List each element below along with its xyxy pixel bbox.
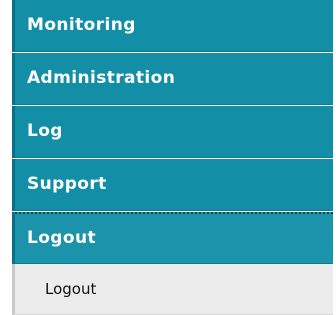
nav-item-support[interactable]: Support [12,159,333,211]
nav-item-logout[interactable]: Logout [12,212,333,264]
logout-submenu: Logout [12,264,333,315]
nav-item-administration[interactable]: Administration [12,53,333,105]
nav-item-monitoring[interactable]: Monitoring [12,0,333,52]
submenu-item-logout[interactable]: Logout [15,264,333,314]
nav-item-log[interactable]: Log [12,106,333,158]
sidebar-menu: Monitoring Administration Log Support Lo… [12,0,333,315]
